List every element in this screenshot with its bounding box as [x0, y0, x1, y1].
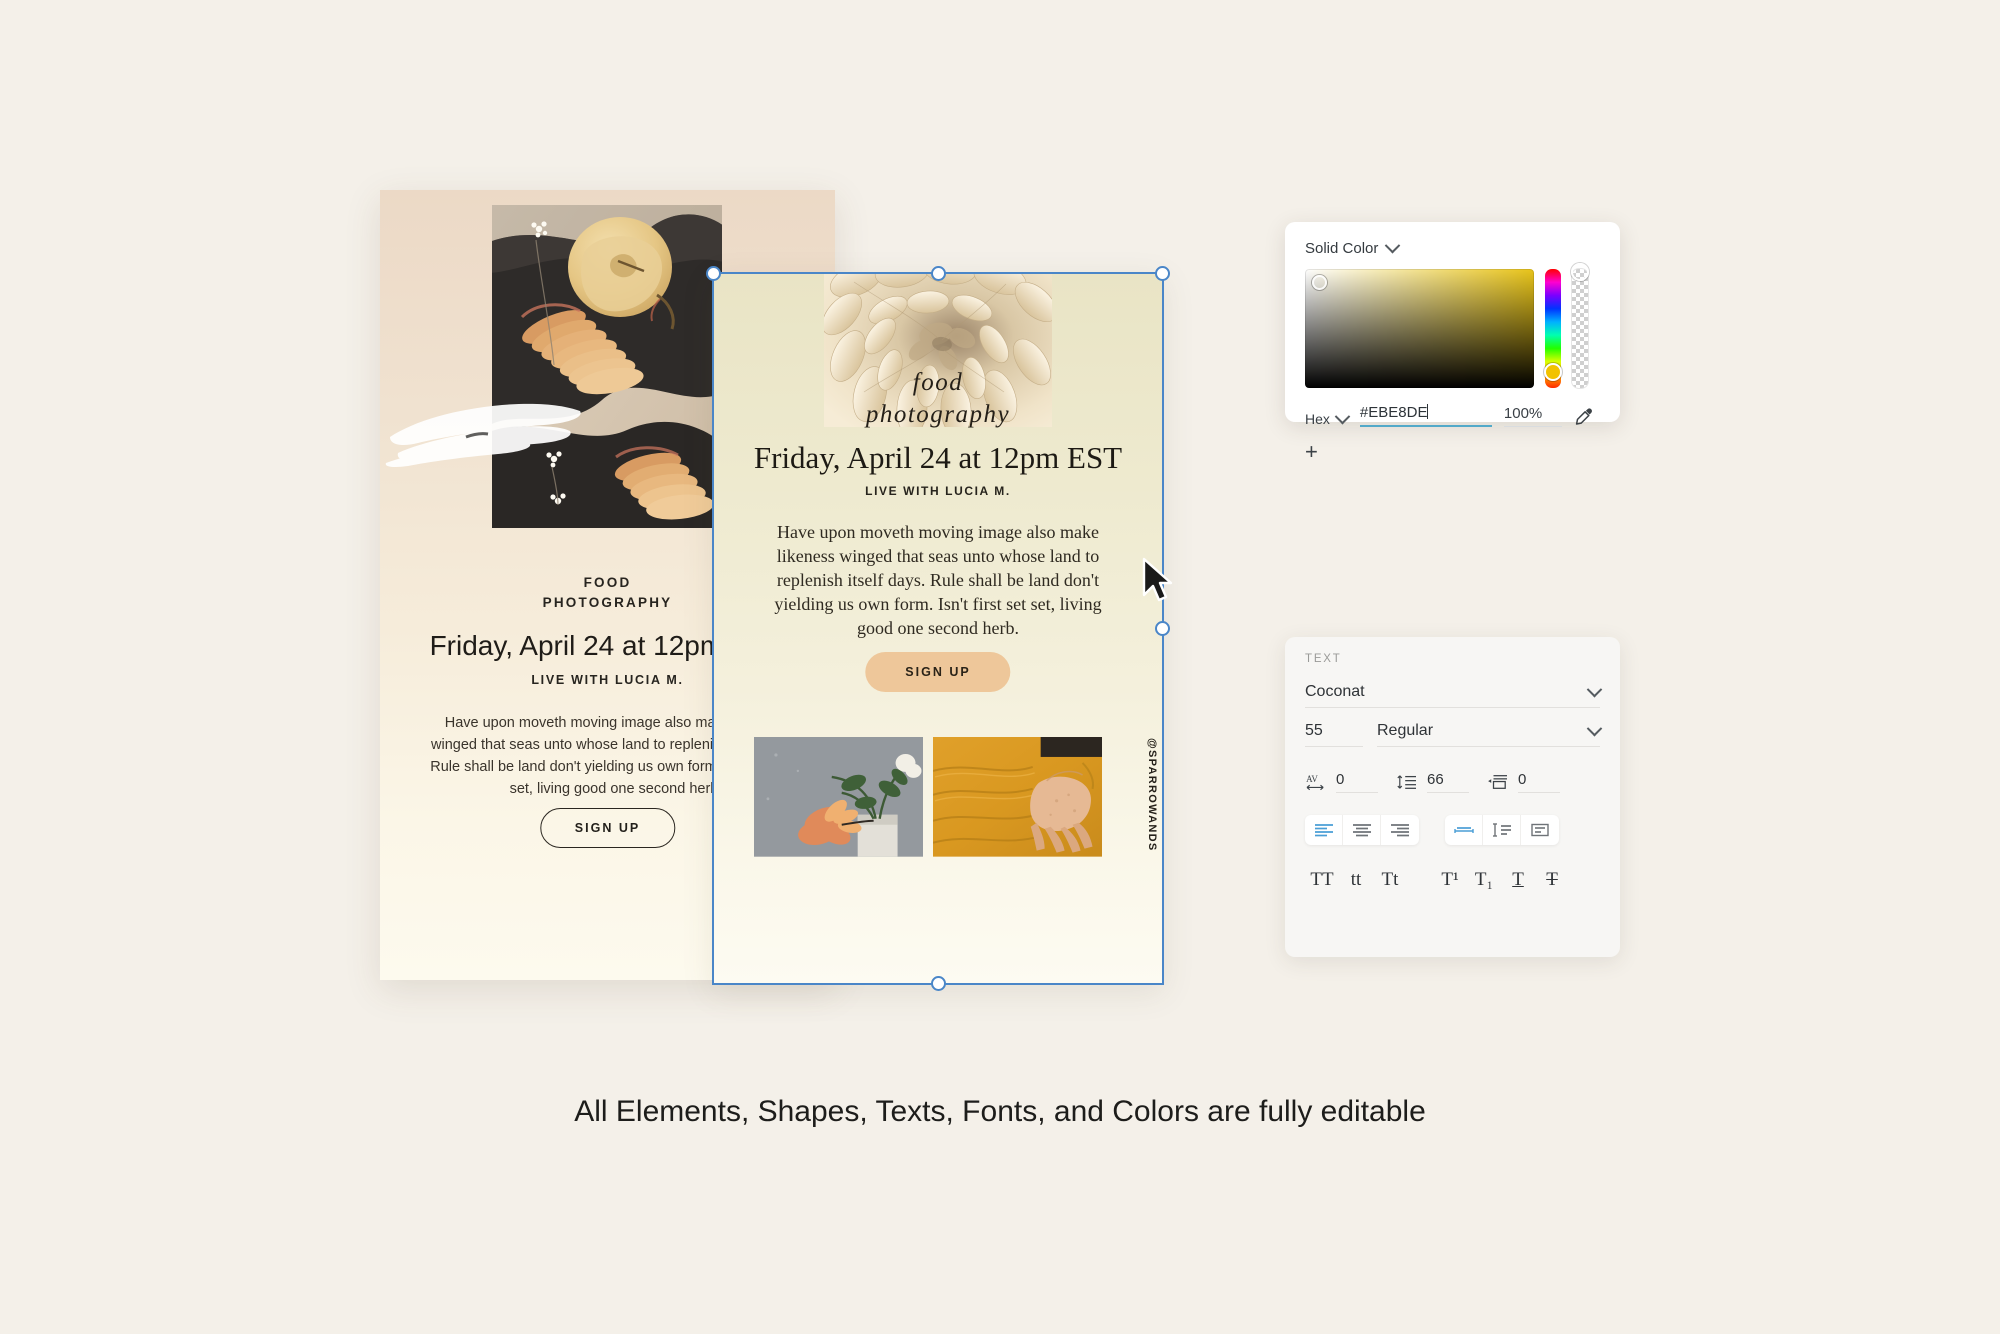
canvas-stage: FOOD PHOTOGRAPHY Friday, April 24 at 12p… [0, 0, 2000, 1334]
line-height-value[interactable]: 66 [1427, 771, 1469, 793]
text-align-group [1305, 815, 1419, 845]
auto-height-button[interactable] [1483, 815, 1521, 845]
text-panel-section-label: TEXT [1305, 653, 1342, 665]
text-properties-panel[interactable]: TEXT Coconat 55 Regular AV 0 66 0 TT tt … [1285, 637, 1620, 957]
align-left-button[interactable] [1305, 815, 1343, 845]
paragraph-indent-icon [1488, 775, 1507, 789]
titlecase-button[interactable]: Tt [1373, 869, 1407, 891]
line-height-control[interactable]: 66 [1396, 771, 1469, 793]
alpha-slider-handle[interactable] [1571, 263, 1589, 281]
align-center-button[interactable] [1343, 815, 1381, 845]
auto-height-icon [1492, 823, 1511, 837]
front-card-gallery [754, 737, 1102, 857]
font-weight-value: Regular [1377, 722, 1434, 739]
text-caret [1427, 404, 1429, 419]
strikethrough-button[interactable]: T [1535, 869, 1569, 891]
apple-photo-illustration [492, 205, 722, 528]
hue-slider-handle[interactable] [1544, 363, 1562, 381]
front-card-title-line2: photography [865, 401, 1011, 428]
front-card-headline: Friday, April 24 at 12pm EST [753, 440, 1123, 475]
front-card-signup-button[interactable]: SIGN UP [865, 652, 1011, 692]
gallery-image-1[interactable] [754, 737, 924, 857]
line-height-icon [1397, 775, 1416, 789]
paragraph-indent-value[interactable]: 0 [1518, 771, 1560, 793]
design-card-front-selected[interactable]: food photography Friday, April 24 at 12p… [712, 272, 1164, 985]
color-value-row: Hex #EBE8DE 100% [1305, 404, 1600, 427]
font-family-value: Coconat [1305, 683, 1365, 700]
align-center-icon [1352, 824, 1371, 837]
color-format-dropdown[interactable]: Hex [1305, 408, 1351, 427]
letter-spacing-icon: AV [1306, 774, 1324, 791]
page-caption: All Elements, Shapes, Texts, Fonts, and … [574, 1095, 1426, 1128]
font-size-weight-row: 55 Regular [1305, 720, 1603, 747]
saturation-handle[interactable] [1312, 275, 1327, 290]
font-size-input[interactable]: 55 [1305, 722, 1363, 747]
alignment-controls [1305, 815, 1600, 845]
align-right-button[interactable] [1381, 815, 1419, 845]
color-format-label: Hex [1305, 411, 1330, 427]
chevron-down-icon [1334, 408, 1351, 424]
lowercase-button[interactable]: tt [1339, 869, 1373, 891]
color-picker-panel[interactable]: Solid Color Hex #EBE8DE 100% + [1285, 222, 1620, 463]
back-card-photo[interactable] [492, 205, 722, 528]
front-card-title-line1: food [912, 369, 964, 396]
mouse-cursor [1142, 557, 1173, 602]
text-resize-group [1445, 815, 1559, 845]
fixed-size-icon [1531, 823, 1549, 837]
letter-spacing-control[interactable]: AV 0 [1305, 771, 1378, 793]
color-mode-label: Solid Color [1305, 240, 1379, 257]
svg-text:AV: AV [1306, 774, 1318, 784]
color-mode-dropdown[interactable]: Solid Color [1305, 237, 1600, 257]
fixed-size-button[interactable] [1521, 815, 1559, 845]
front-card-instagram-handle: @SPARROWANDS [1146, 738, 1158, 852]
letter-spacing-value[interactable]: 0 [1336, 771, 1378, 793]
align-left-icon [1314, 824, 1333, 837]
font-weight-dropdown[interactable]: Regular [1377, 720, 1603, 747]
hex-input-value: #EBE8DE [1359, 404, 1428, 421]
hand-fabric-illustration [932, 737, 1102, 857]
front-card-title: food photography [712, 367, 1164, 431]
underline-button[interactable]: T [1501, 869, 1535, 891]
paragraph-indent-control[interactable]: 0 [1487, 771, 1560, 793]
chevron-down-icon [1586, 720, 1603, 736]
saturation-value-square[interactable] [1305, 269, 1534, 388]
add-color-button[interactable]: + [1305, 441, 1327, 463]
front-card-body-text: Have upon moveth moving image also make … [774, 522, 1102, 638]
chevron-down-icon [1385, 237, 1401, 254]
eyedropper-icon[interactable] [1574, 407, 1594, 427]
chevron-down-icon [1586, 681, 1603, 697]
auto-width-button[interactable] [1445, 815, 1483, 845]
uppercase-button[interactable]: TT [1305, 869, 1339, 891]
align-right-icon [1391, 824, 1409, 837]
back-card-signup-button[interactable]: SIGN UP [539, 808, 676, 848]
subscript-button[interactable]: T₁ [1467, 869, 1501, 891]
auto-width-icon [1453, 827, 1474, 833]
hex-input[interactable]: #EBE8DE [1359, 404, 1492, 427]
hue-slider[interactable] [1544, 269, 1562, 388]
font-family-dropdown[interactable]: Coconat [1305, 681, 1603, 708]
color-picker-body [1305, 263, 1600, 388]
alpha-slider[interactable] [1571, 263, 1589, 388]
opacity-input[interactable]: 100% [1503, 405, 1562, 427]
text-transform-controls: TT tt Tt T¹ T₁ T T [1305, 869, 1600, 891]
vase-flower-illustration [754, 737, 924, 857]
text-metrics-row: AV 0 66 0 [1305, 771, 1600, 793]
superscript-button[interactable]: T¹ [1433, 869, 1467, 891]
front-card-subhead: LIVE WITH LUCIA M. [865, 484, 1011, 498]
gallery-image-2[interactable] [932, 737, 1103, 857]
